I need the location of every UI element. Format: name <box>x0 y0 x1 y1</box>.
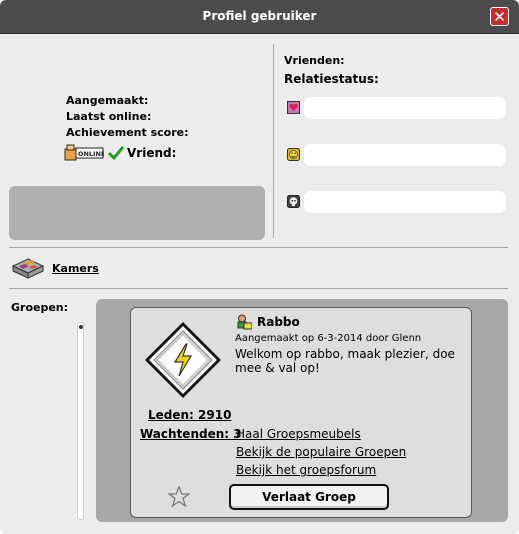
group-forum-link[interactable]: Bekijk het groepsforum <box>236 463 376 477</box>
rooms-link[interactable]: Kamers <box>52 262 99 275</box>
leave-group-button[interactable]: Verlaat Groep <box>229 484 389 510</box>
skull-icon <box>287 195 300 208</box>
members-count[interactable]: Leden: 2910 <box>148 408 231 422</box>
window-title: Profiel gebruiker <box>202 9 317 23</box>
motto-box <box>9 186 265 240</box>
title-bar[interactable]: Profiel gebruiker ✕ <box>0 0 519 34</box>
close-button[interactable]: ✕ <box>490 7 509 26</box>
group-owner-icon <box>236 314 253 330</box>
created-label: Aangemaakt: <box>66 94 149 107</box>
heart-icon <box>287 101 300 114</box>
relation-bar-heart <box>304 97 506 119</box>
group-badge-icon <box>143 320 223 400</box>
furniture-link[interactable]: Haal Groepsmeubels <box>236 427 361 441</box>
relation-bar-smiley <box>304 144 506 166</box>
smiley-icon <box>287 148 300 161</box>
relation-status-label: Relatiestatus: <box>284 72 379 86</box>
favorite-star-icon[interactable] <box>167 485 191 508</box>
online-status-icon: ONLINE <box>64 144 105 162</box>
close-icon: ✕ <box>493 8 506 26</box>
scroll-thumb[interactable] <box>79 325 83 329</box>
checkmark-icon <box>107 145 125 161</box>
online-badge-text: ONLINE <box>78 150 104 158</box>
groups-label: Groepen: <box>11 301 69 314</box>
groups-scrollbar[interactable] <box>77 322 84 520</box>
divider <box>9 247 508 248</box>
rooms-icon <box>11 257 45 279</box>
group-description: Welkom op rabbo, maak plezier, doe mee &… <box>235 347 455 375</box>
vertical-divider <box>273 44 274 238</box>
last-online-label: Laatst online: <box>66 110 152 123</box>
group-created: Aangemaakt op 6-3-2014 door Glenn <box>235 333 422 344</box>
popular-groups-link[interactable]: Bekijk de populaire Groepen <box>236 445 406 459</box>
relation-bar-skull <box>304 191 506 213</box>
friend-label: Vriend: <box>127 146 177 160</box>
profile-window: Profiel gebruiker ✕ Aangemaakt: Laatst o… <box>0 0 519 534</box>
friends-label: Vrienden: <box>284 54 345 67</box>
divider <box>9 288 508 289</box>
group-name: Rabbo <box>257 315 300 329</box>
pending-count[interactable]: Wachtenden: 3 <box>140 427 242 441</box>
achievement-score-label: Achievement score: <box>66 126 189 139</box>
